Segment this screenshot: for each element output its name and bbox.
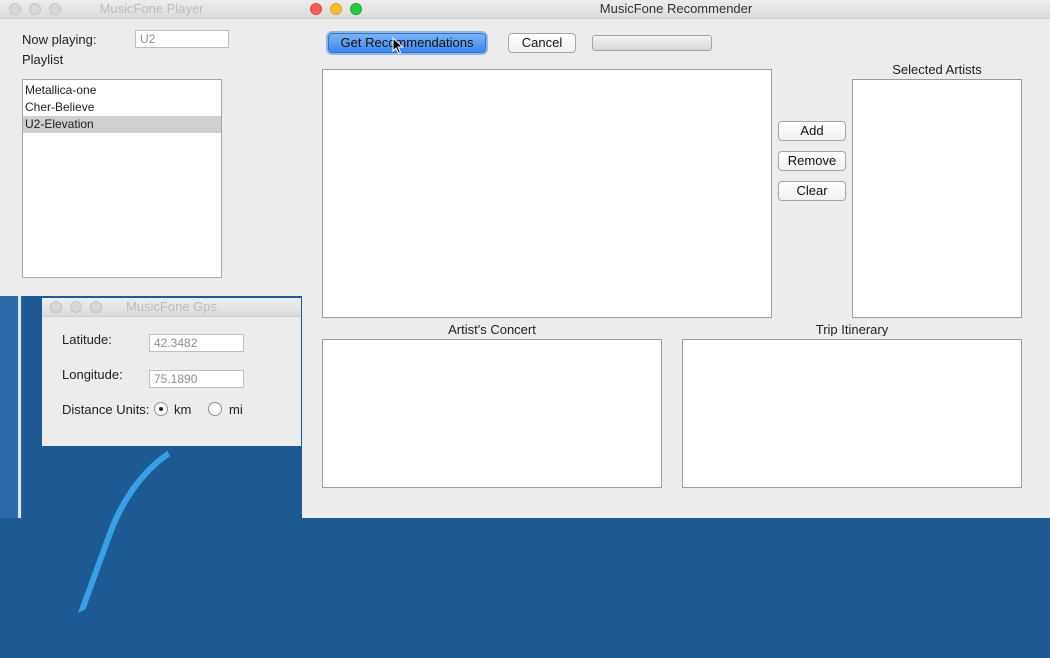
zoom-icon[interactable] — [350, 3, 362, 15]
close-icon[interactable] — [50, 301, 62, 313]
longitude-label: Longitude: — [62, 367, 123, 382]
playlist-label: Playlist — [22, 52, 64, 67]
recommender-window: MusicFone Recommender Get Recommendation… — [302, 0, 1050, 518]
now-playing-field[interactable]: U2 — [135, 30, 229, 48]
player-titlebar[interactable]: MusicFone Player — [0, 0, 303, 19]
trip-itinerary-label: Trip Itinerary — [815, 322, 889, 336]
remove-button[interactable]: Remove — [778, 151, 846, 171]
close-icon[interactable] — [310, 3, 322, 15]
player-window: MusicFone Player Now playing: U2 Playlis… — [0, 0, 303, 296]
minimize-icon[interactable] — [330, 3, 342, 15]
km-radio[interactable] — [154, 402, 168, 416]
longitude-field[interactable]: 75.1890 — [149, 370, 244, 388]
distance-units-label: Distance Units: — [62, 402, 150, 417]
latitude-field[interactable]: 42.3482 — [149, 334, 244, 352]
gps-title: MusicFone Gps — [125, 299, 218, 314]
selected-artists-list[interactable] — [852, 79, 1022, 318]
progress-bar — [592, 35, 712, 51]
now-playing-label: Now playing: — [22, 32, 97, 47]
playlist-item[interactable]: Metallica-one — [23, 82, 221, 99]
radio-selected-dot — [159, 407, 163, 411]
mi-radio[interactable] — [208, 402, 222, 416]
cancel-button[interactable]: Cancel — [508, 33, 576, 53]
mouse-pointer-icon — [392, 37, 404, 55]
zoom-icon[interactable] — [49, 3, 61, 15]
km-radio-label[interactable]: km — [174, 402, 191, 417]
recommender-title: MusicFone Recommender — [599, 1, 753, 16]
latitude-label: Latitude: — [62, 332, 112, 347]
gps-window: MusicFone Gps Latitude: 42.3482 Longitud… — [42, 298, 301, 446]
playlist-item[interactable]: Cher-Believe — [23, 99, 221, 116]
clear-button[interactable]: Clear — [778, 181, 846, 201]
zoom-icon[interactable] — [90, 301, 102, 313]
playlist[interactable]: Metallica-one Cher-Believe U2-Elevation — [22, 79, 222, 278]
artists-concert-panel[interactable] — [322, 339, 662, 488]
add-button[interactable]: Add — [778, 121, 846, 141]
selected-artists-label: Selected Artists — [892, 62, 982, 77]
desktop-wallpaper-curve — [77, 413, 275, 658]
playlist-item-selected[interactable]: U2-Elevation — [23, 116, 221, 133]
minimize-icon[interactable] — [29, 3, 41, 15]
minimize-icon[interactable] — [70, 301, 82, 313]
recommender-titlebar[interactable]: MusicFone Recommender — [302, 0, 1050, 19]
artists-concert-label: Artist's Concert — [448, 322, 536, 337]
recommendations-list[interactable] — [322, 69, 772, 318]
gps-titlebar[interactable]: MusicFone Gps — [42, 298, 301, 317]
trip-itinerary-panel[interactable] — [682, 339, 1022, 488]
get-recommendations-button[interactable]: Get Recommendations — [328, 33, 486, 53]
mi-radio-label[interactable]: mi — [229, 402, 243, 417]
close-icon[interactable] — [9, 3, 21, 15]
player-title: MusicFone Player — [99, 1, 204, 16]
